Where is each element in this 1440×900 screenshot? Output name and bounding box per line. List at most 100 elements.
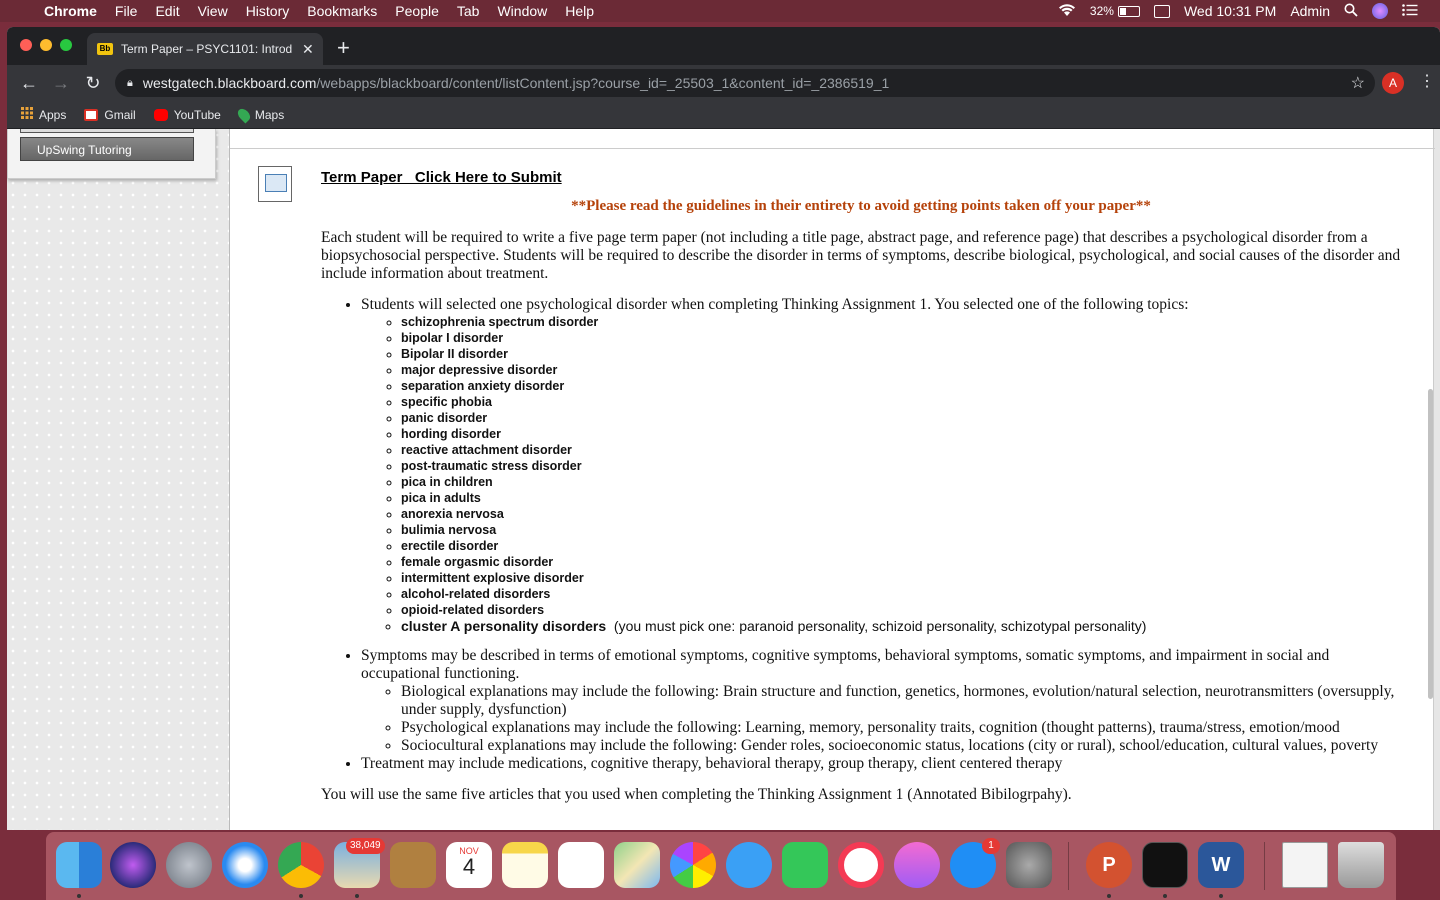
reload-icon[interactable]: ↻ bbox=[77, 73, 109, 94]
tab-strip: Bb Term Paper – PSYC1101: Introd ✕ + bbox=[7, 27, 1440, 65]
blackboard-favicon-icon: Bb bbox=[97, 43, 113, 55]
forward-arrow-icon[interactable]: → bbox=[45, 73, 77, 94]
window-controls bbox=[20, 39, 72, 51]
list-item: bulimia nervosa bbox=[401, 522, 1401, 538]
assignment-icon bbox=[258, 166, 292, 202]
battery-icon bbox=[1117, 5, 1140, 17]
bookmark-maps[interactable]: Maps bbox=[235, 106, 285, 123]
youtube-icon bbox=[153, 108, 168, 121]
siri-icon[interactable] bbox=[110, 842, 156, 888]
notes-icon[interactable] bbox=[502, 842, 548, 888]
menu-edit[interactable]: Edit bbox=[155, 3, 179, 19]
mail-badge: 38,049 bbox=[346, 838, 385, 854]
list-item: specific phobia bbox=[401, 394, 1401, 410]
battery-indicator[interactable]: 32% bbox=[1090, 4, 1140, 18]
tab-term-paper[interactable]: Bb Term Paper – PSYC1101: Introd ✕ bbox=[87, 33, 323, 65]
requirements-list: Students will selected one psychological… bbox=[321, 296, 1401, 773]
list-item: panic disorder bbox=[401, 410, 1401, 426]
maps-icon[interactable] bbox=[614, 842, 660, 888]
assignment-description: Each student will be required to write a… bbox=[321, 229, 1401, 817]
list-item: intermittent explosive disorder bbox=[401, 570, 1401, 586]
back-arrow-icon[interactable]: ← bbox=[13, 73, 45, 94]
reminders-icon[interactable] bbox=[558, 842, 604, 888]
photos-icon[interactable] bbox=[670, 842, 716, 888]
assignment-title-link[interactable]: Term Paper _Click Here to Submit bbox=[321, 169, 562, 186]
facetime-icon[interactable] bbox=[782, 842, 828, 888]
menu-people[interactable]: People bbox=[395, 3, 439, 19]
wifi-icon[interactable] bbox=[1058, 3, 1076, 20]
topics-list: schizophrenia spectrum disorder bipolar … bbox=[361, 314, 1401, 635]
document-icon[interactable] bbox=[1282, 842, 1328, 888]
list-item: Biological explanations may include the … bbox=[401, 683, 1401, 719]
cluster-a-note: (you must pick one: paranoid personality… bbox=[606, 618, 1147, 634]
menu-history[interactable]: History bbox=[246, 3, 290, 19]
system-preferences-icon[interactable] bbox=[1006, 842, 1052, 888]
launchpad-icon[interactable] bbox=[166, 842, 212, 888]
menu-bookmarks[interactable]: Bookmarks bbox=[307, 3, 377, 19]
music-icon[interactable] bbox=[894, 842, 940, 888]
bookmark-youtube[interactable]: YouTube bbox=[153, 108, 221, 122]
menu-view[interactable]: View bbox=[198, 3, 228, 19]
bookmark-maps-label: Maps bbox=[254, 107, 285, 122]
list-item: major depressive disorder bbox=[401, 362, 1401, 378]
finder-icon[interactable] bbox=[56, 842, 102, 888]
menubar-status-area: 32% Wed 10:31 PM Admin bbox=[1058, 0, 1440, 22]
safari-icon[interactable] bbox=[222, 842, 268, 888]
new-tab-button[interactable]: + bbox=[337, 35, 350, 61]
menu-help[interactable]: Help bbox=[565, 3, 594, 19]
lock-icon[interactable]: 🔒︎ bbox=[127, 77, 133, 90]
chrome-menu-icon[interactable]: ⋮ bbox=[1419, 71, 1435, 91]
cluster-a-label: cluster A personality disorders bbox=[401, 618, 607, 634]
siri-icon[interactable] bbox=[1372, 3, 1388, 19]
user-menu[interactable]: Admin bbox=[1290, 3, 1330, 19]
macos-menubar: Chrome File Edit View History Bookmarks … bbox=[0, 0, 1440, 22]
address-bar[interactable]: 🔒︎ westgatech.blackboard.com /webapps/bl… bbox=[115, 69, 1375, 97]
minimize-window-button[interactable] bbox=[40, 39, 52, 51]
zoom-window-button[interactable] bbox=[60, 39, 72, 51]
browser-toolbar: ← → ↻ 🔒︎ westgatech.blackboard.com /weba… bbox=[7, 65, 1440, 101]
apps-grid-icon bbox=[21, 107, 33, 122]
chrome-icon[interactable] bbox=[278, 842, 324, 888]
clock[interactable]: Wed 10:31 PM bbox=[1184, 3, 1276, 19]
blackboard-page: UpSwing Tutoring Term Paper _Click Here … bbox=[7, 129, 1440, 830]
word-icon[interactable]: W bbox=[1198, 842, 1244, 888]
terminal-icon[interactable] bbox=[1142, 842, 1188, 888]
calendar-icon[interactable]: NOV 4 bbox=[446, 842, 492, 888]
powerpoint-icon[interactable]: P bbox=[1086, 842, 1132, 888]
app-store-badge: 1 bbox=[982, 838, 1000, 854]
divider bbox=[230, 148, 1435, 149]
notefile-icon[interactable] bbox=[390, 842, 436, 888]
chrome-window: Bb Term Paper – PSYC1101: Introd ✕ + ← →… bbox=[7, 27, 1440, 830]
messages-icon[interactable] bbox=[726, 842, 772, 888]
bookmark-apps[interactable]: Apps bbox=[21, 107, 66, 122]
list-item: erectile disorder bbox=[401, 538, 1401, 554]
symptoms-text: Symptoms may be described in terms of em… bbox=[361, 647, 1330, 682]
page-scrollbar[interactable] bbox=[1428, 389, 1433, 699]
news-icon[interactable] bbox=[838, 842, 884, 888]
profile-avatar[interactable]: A bbox=[1382, 72, 1404, 94]
input-menu-icon[interactable] bbox=[1153, 4, 1170, 18]
maps-pin-icon bbox=[235, 106, 253, 123]
list-item: female orgasmic disorder bbox=[401, 554, 1401, 570]
explanations-list: Biological explanations may include the … bbox=[361, 683, 1401, 755]
tab-title: Term Paper – PSYC1101: Introd bbox=[121, 42, 293, 56]
upswing-tutoring-button[interactable]: UpSwing Tutoring bbox=[20, 137, 194, 161]
tab-close-icon[interactable]: ✕ bbox=[302, 41, 314, 58]
menu-app-name[interactable]: Chrome bbox=[44, 3, 97, 19]
bookmarks-bar: Apps Gmail YouTube Maps bbox=[7, 101, 1440, 129]
close-window-button[interactable] bbox=[20, 39, 32, 51]
url-path: /webapps/blackboard/content/listContent.… bbox=[316, 75, 890, 91]
guidelines-warning: **Please read the guidelines in their en… bbox=[571, 198, 1151, 214]
menu-tab[interactable]: Tab bbox=[457, 3, 480, 19]
notification-center-icon[interactable] bbox=[1402, 3, 1418, 19]
bookmark-gmail[interactable]: Gmail bbox=[84, 108, 136, 122]
list-item: Treatment may include medications, cogni… bbox=[361, 755, 1401, 773]
list-item: alcohol-related disorders bbox=[401, 586, 1401, 602]
course-menu-previous-item[interactable] bbox=[20, 129, 194, 133]
list-item: Symptoms may be described in terms of em… bbox=[361, 647, 1401, 755]
menu-file[interactable]: File bbox=[115, 3, 138, 19]
menu-window[interactable]: Window bbox=[497, 3, 547, 19]
bookmark-star-icon[interactable]: ☆ bbox=[1351, 73, 1365, 93]
spotlight-search-icon[interactable] bbox=[1344, 3, 1358, 20]
trash-icon[interactable] bbox=[1338, 842, 1384, 888]
